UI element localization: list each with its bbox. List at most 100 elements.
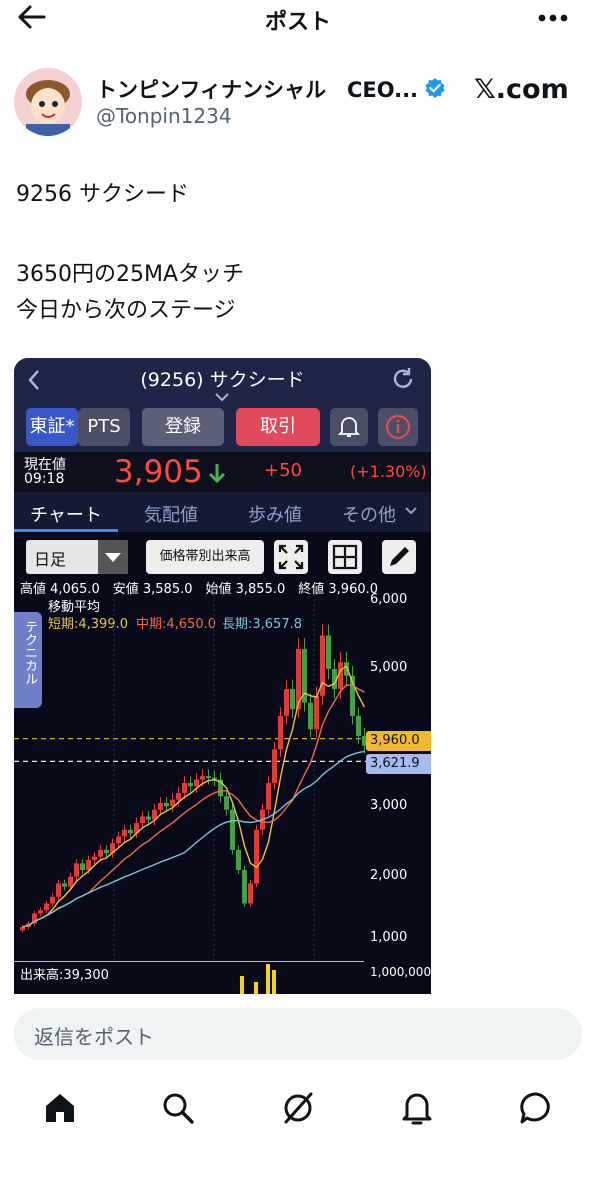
author-name[interactable]: トンピンフィナンシャル CEO... (96, 74, 418, 104)
chevron-down-icon (215, 393, 229, 402)
candle-body (308, 702, 313, 730)
post-text-line-2: 3650円の25MAタッチ (16, 262, 245, 287)
candle-body (122, 829, 127, 837)
candle-body (272, 749, 277, 783)
more-options-icon[interactable] (536, 4, 570, 30)
axis-label-3000: 3,000 (370, 798, 408, 813)
candle-body (44, 903, 49, 911)
info-icon (385, 414, 411, 440)
avatar[interactable] (14, 68, 82, 136)
candlestick-chart (14, 594, 367, 994)
search-icon[interactable] (160, 1090, 196, 1126)
price-time: 09:18 (24, 471, 65, 487)
ma-short-line (22, 665, 366, 928)
volume-bars (240, 964, 276, 994)
candle-body (206, 776, 211, 779)
volume-profile-button: 価格帯別出来高 (146, 540, 264, 574)
market-tse-button: 東証* (26, 408, 78, 446)
ma-long-line (22, 750, 365, 928)
stock-app-header: (9256) サクシード (14, 358, 431, 402)
candle-body (80, 863, 85, 870)
candle-body (146, 816, 151, 820)
layout-grid-button (328, 540, 362, 574)
refresh-icon (393, 368, 413, 388)
candle-body (62, 883, 67, 887)
avatar-illustration-icon (14, 68, 82, 136)
dropdown-triangle-icon (105, 553, 121, 562)
candle-body (20, 926, 25, 931)
candle-body (326, 635, 331, 669)
candle-body (290, 689, 295, 710)
candle-body (86, 859, 91, 870)
last-price-tag: 3,960.0 (366, 731, 431, 751)
tab-others: その他 (342, 505, 396, 526)
candle-body (98, 849, 103, 857)
volume-bar (272, 970, 276, 994)
volume-axis-label: 1,000,000 (370, 965, 431, 979)
verified-badge-icon (425, 78, 445, 98)
candle-body (92, 856, 97, 860)
candle-body (224, 796, 229, 810)
axis-label-2000: 2,000 (370, 868, 408, 883)
ma-mid-line (22, 684, 365, 928)
candle-body (140, 816, 145, 824)
candle-body (176, 792, 181, 800)
volume-label: 出来高:39,300 (20, 968, 109, 983)
candle-body (284, 689, 289, 716)
candle-body (266, 782, 271, 810)
candle-body (188, 782, 193, 787)
candle-body (158, 803, 163, 810)
notifications-icon[interactable] (399, 1090, 435, 1126)
candle-body (194, 779, 199, 787)
candle-body (242, 870, 247, 904)
home-icon[interactable] (42, 1090, 78, 1126)
volume-bar (266, 964, 270, 994)
long-ma-tag: 3,621.9 (366, 754, 431, 774)
grok-icon[interactable] (280, 1090, 316, 1126)
page-title: ポスト (264, 10, 331, 35)
x-com-logo: 𝕏.com (474, 74, 569, 105)
candle-body (50, 896, 55, 904)
moving-average-lines (22, 665, 366, 928)
candle-body (254, 829, 259, 884)
tab-chart: チャート (30, 505, 102, 526)
volume-bar (254, 982, 258, 994)
candle-body (128, 829, 133, 834)
candle-body (200, 776, 205, 780)
tab-ticks: 歩み値 (248, 505, 302, 526)
tab-quotes: 気配値 (144, 505, 198, 526)
alert-bell-button (330, 408, 368, 446)
candle-body (356, 715, 361, 736)
candle-body (278, 715, 283, 750)
author-handle[interactable]: @Tonpin1234 (96, 104, 232, 128)
stock-title: (9256) サクシード (140, 369, 305, 391)
candle-body (314, 695, 319, 730)
candle-body (164, 803, 169, 807)
candle-body (236, 849, 241, 870)
axis-label-6000: 6,000 (370, 592, 408, 607)
period-select: 日足 (26, 540, 128, 574)
active-tab-underline (14, 529, 118, 532)
candle-body (230, 809, 235, 850)
bell-icon (337, 417, 361, 437)
post-image-stock-chart[interactable]: (9256) サクシード 東証* PTS 登録 取引 現在値 09:18 3,9… (14, 358, 431, 994)
current-price: 3,905 (114, 454, 203, 490)
volume-separator (14, 961, 364, 962)
axis-label-1000: 1,000 (370, 930, 408, 945)
draw-button (382, 540, 416, 574)
register-button: 登録 (142, 408, 224, 446)
messages-icon[interactable] (518, 1090, 554, 1126)
fullscreen-button (274, 540, 308, 574)
candle-body (182, 782, 187, 793)
volume-bar (240, 976, 244, 994)
axis-label-5000: 5,000 (370, 660, 408, 675)
top-bar: ポスト (0, 0, 596, 36)
price-change-percent: (+1.30%) (350, 462, 427, 481)
reply-input[interactable]: 返信をポスト (14, 1008, 582, 1060)
candle-body (74, 863, 79, 877)
candle-body (116, 836, 121, 844)
post-text-line-1: 9256 サクシード (16, 182, 189, 207)
post-text-line-3: 今日から次のステージ (16, 298, 236, 323)
candle-body (56, 883, 61, 897)
candle-body (38, 910, 43, 914)
